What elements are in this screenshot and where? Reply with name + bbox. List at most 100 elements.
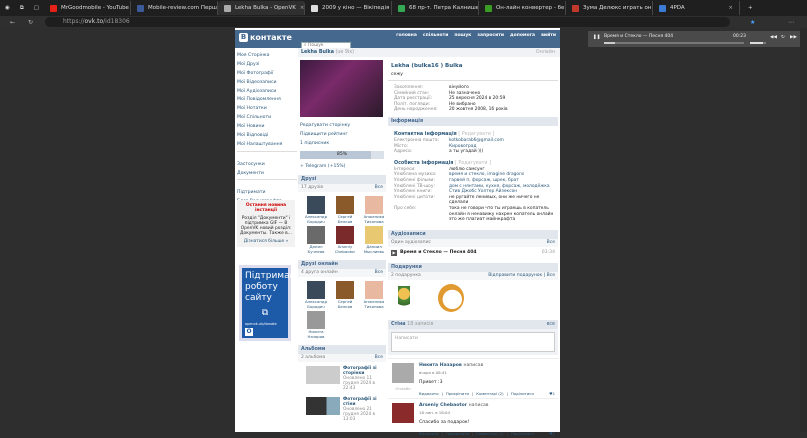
post-action-link[interactable]: Прикріпити bbox=[446, 391, 469, 396]
album-thumbnail[interactable] bbox=[306, 366, 340, 384]
post-action-link[interactable]: Прикріпити bbox=[446, 431, 469, 436]
online-all-link[interactable]: Все bbox=[375, 269, 383, 277]
friend-item[interactable]: Анжелика Тихонова bbox=[360, 281, 388, 309]
gifts-all-link[interactable]: Все bbox=[547, 273, 555, 278]
friend-item[interactable]: Александр Бородич bbox=[302, 196, 330, 224]
avatar[interactable] bbox=[365, 281, 383, 299]
avatar[interactable] bbox=[365, 226, 383, 244]
friends-all-link[interactable]: Все bbox=[375, 184, 383, 192]
audio-all-link[interactable]: Все bbox=[547, 239, 555, 247]
post-author[interactable]: Arseniy Chebaotor bbox=[419, 403, 467, 408]
browser-tab[interactable]: 2009 у кіно — Вікіпедія× bbox=[305, 1, 392, 15]
edit-personal-link[interactable]: [ Редагувати ] bbox=[455, 161, 491, 166]
audio-track[interactable]: ▶ Время и Стекло — Песня 404 03:34 bbox=[388, 247, 558, 259]
sidebar-item[interactable]: Застосунки bbox=[237, 161, 297, 170]
album-item[interactable]: Фотографії зі стіни Оновлено 21 грудня 20… bbox=[298, 393, 386, 424]
edit-contact-link[interactable]: [ Редагувати ] bbox=[458, 132, 494, 137]
player-progress[interactable] bbox=[604, 42, 744, 44]
next-icon[interactable]: ▶▶ bbox=[790, 35, 797, 40]
play-icon[interactable]: ▶ bbox=[391, 249, 397, 256]
reload-icon[interactable]: ↻ bbox=[28, 19, 33, 26]
browser-tab[interactable]: Зума Делюкс играть он× bbox=[566, 1, 653, 15]
avatar[interactable] bbox=[336, 196, 354, 214]
avatar[interactable] bbox=[336, 281, 354, 299]
browser-tab[interactable]: 4PDA × bbox=[653, 1, 740, 15]
friends-header[interactable]: Друзі bbox=[298, 175, 386, 184]
browser-tab[interactable]: 68 пр-т. Петра Калнишев× bbox=[392, 1, 479, 15]
nav-link[interactable]: вийти bbox=[541, 33, 556, 38]
post-action-link[interactable]: Поділитися bbox=[511, 431, 534, 436]
avatar[interactable] bbox=[307, 311, 325, 329]
post-action-link[interactable]: Видалити bbox=[419, 431, 439, 436]
post-date[interactable]: вчора в 08:41 bbox=[419, 370, 555, 375]
workspaces-icon[interactable]: ⧉ bbox=[20, 5, 24, 12]
sidebar-item[interactable]: Мої Нотатки bbox=[237, 105, 297, 114]
friend-item[interactable]: Александр Бородич bbox=[302, 281, 330, 309]
profile-action-link[interactable]: Підвищити рейтинг bbox=[298, 130, 386, 139]
friend-item[interactable]: Сергей Белков bbox=[331, 281, 359, 309]
sidebar-item[interactable]: Мої Фотографії bbox=[237, 70, 297, 79]
sidebar-item[interactable]: Мої Відеозаписи bbox=[237, 79, 297, 88]
new-tab-icon[interactable]: + bbox=[748, 5, 753, 11]
sidebar-item[interactable]: Мої Друзі bbox=[237, 61, 297, 70]
back-icon[interactable]: ← bbox=[10, 19, 15, 26]
post-action-link[interactable]: Видалити bbox=[419, 391, 439, 396]
album-title[interactable]: Фотографії зі сторінки bbox=[343, 366, 383, 376]
profile-action-link[interactable]: 1 підписник bbox=[298, 139, 386, 148]
url-input[interactable]: https://ovk.to/id18306 bbox=[45, 17, 730, 27]
sidebar-item[interactable]: Мої Аудіозаписи bbox=[237, 88, 297, 97]
profile-icon[interactable]: ◉ bbox=[5, 5, 10, 11]
player-volume[interactable] bbox=[750, 42, 766, 44]
friend-item[interactable]: Данил Бучнеов bbox=[302, 226, 330, 254]
browser-tab[interactable]: Он-лайн конвертер - бе× bbox=[479, 1, 566, 15]
sidebar-item[interactable]: Мої Спільноти bbox=[237, 114, 297, 123]
close-tab-icon[interactable]: × bbox=[300, 5, 304, 11]
sidebar-item[interactable]: Мої Повідомлення bbox=[237, 96, 297, 105]
sidebar-item[interactable]: Мої Налаштування bbox=[237, 141, 297, 150]
sidebar-item[interactable]: Підтримати bbox=[237, 189, 297, 198]
friend-item[interactable]: Сергей Белков bbox=[331, 196, 359, 224]
gift-image[interactable] bbox=[438, 283, 464, 312]
wall-post-input[interactable]: Написати bbox=[391, 331, 555, 352]
post-action-link[interactable]: Коментарі (1) bbox=[476, 431, 503, 436]
profile-action-link[interactable]: Редагувати сторінку bbox=[298, 121, 386, 130]
news-more-link[interactable]: Дізнатися більше » bbox=[239, 239, 293, 244]
avatar[interactable] bbox=[307, 226, 325, 244]
avatar[interactable] bbox=[392, 362, 414, 383]
album-item[interactable]: Фотографії зі сторінки Оновлено 11 грудня… bbox=[298, 362, 386, 393]
profile-photo[interactable] bbox=[300, 60, 383, 117]
info-header[interactable]: Інформація bbox=[388, 116, 558, 126]
albums-header[interactable]: Альбоми bbox=[298, 345, 386, 354]
avatar[interactable] bbox=[365, 196, 383, 214]
avatar[interactable] bbox=[307, 281, 325, 299]
nav-link[interactable]: допомога bbox=[510, 33, 535, 38]
sidebar-item[interactable]: Документи bbox=[237, 170, 297, 179]
favorite-star-icon[interactable]: ★ bbox=[750, 19, 755, 26]
scrollbar[interactable] bbox=[800, 28, 807, 432]
pause-icon[interactable]: ❚❚ bbox=[593, 35, 601, 40]
album-thumbnail[interactable] bbox=[306, 397, 340, 415]
wall-header[interactable]: Стіна bbox=[391, 320, 406, 329]
post-action-link[interactable]: Поділитися bbox=[511, 391, 534, 396]
sidebar-item[interactable]: Мої Новини bbox=[237, 123, 297, 132]
prev-icon[interactable]: ◀◀ bbox=[770, 35, 777, 40]
close-tab-icon[interactable]: × bbox=[728, 5, 733, 11]
profile-status[interactable]: сежу bbox=[388, 72, 558, 81]
friend-item[interactable]: Анжелика Тихонова bbox=[360, 196, 388, 224]
post-action-link[interactable]: Коментарі (2) bbox=[476, 391, 503, 396]
avatar[interactable] bbox=[307, 196, 325, 214]
avatar[interactable] bbox=[392, 402, 414, 423]
post-author[interactable]: Никита Назаров bbox=[419, 363, 462, 368]
tab-actions-icon[interactable]: ▢ bbox=[34, 5, 39, 11]
friend-item[interactable]: Arseniy Chebaotor bbox=[331, 226, 359, 254]
sidebar-item[interactable]: Моя Сторінка bbox=[237, 52, 297, 61]
sidebar-item[interactable]: Мої Відповіді bbox=[237, 132, 297, 141]
browser-tab[interactable]: MrGoodmobile - YouTube× bbox=[44, 1, 131, 15]
gifts-header[interactable]: Подарунки bbox=[388, 262, 558, 272]
browser-tab[interactable]: Mobile-review.com Перше× bbox=[131, 1, 218, 15]
repeat-icon[interactable]: ↻ bbox=[781, 35, 785, 40]
nav-link[interactable]: головна bbox=[396, 33, 417, 38]
browser-tab[interactable]: Lekha Bulka - OpenVK × bbox=[217, 1, 305, 15]
album-title[interactable]: Фотографії зі стіни bbox=[343, 397, 383, 407]
wall-all-link[interactable]: все bbox=[547, 320, 555, 329]
